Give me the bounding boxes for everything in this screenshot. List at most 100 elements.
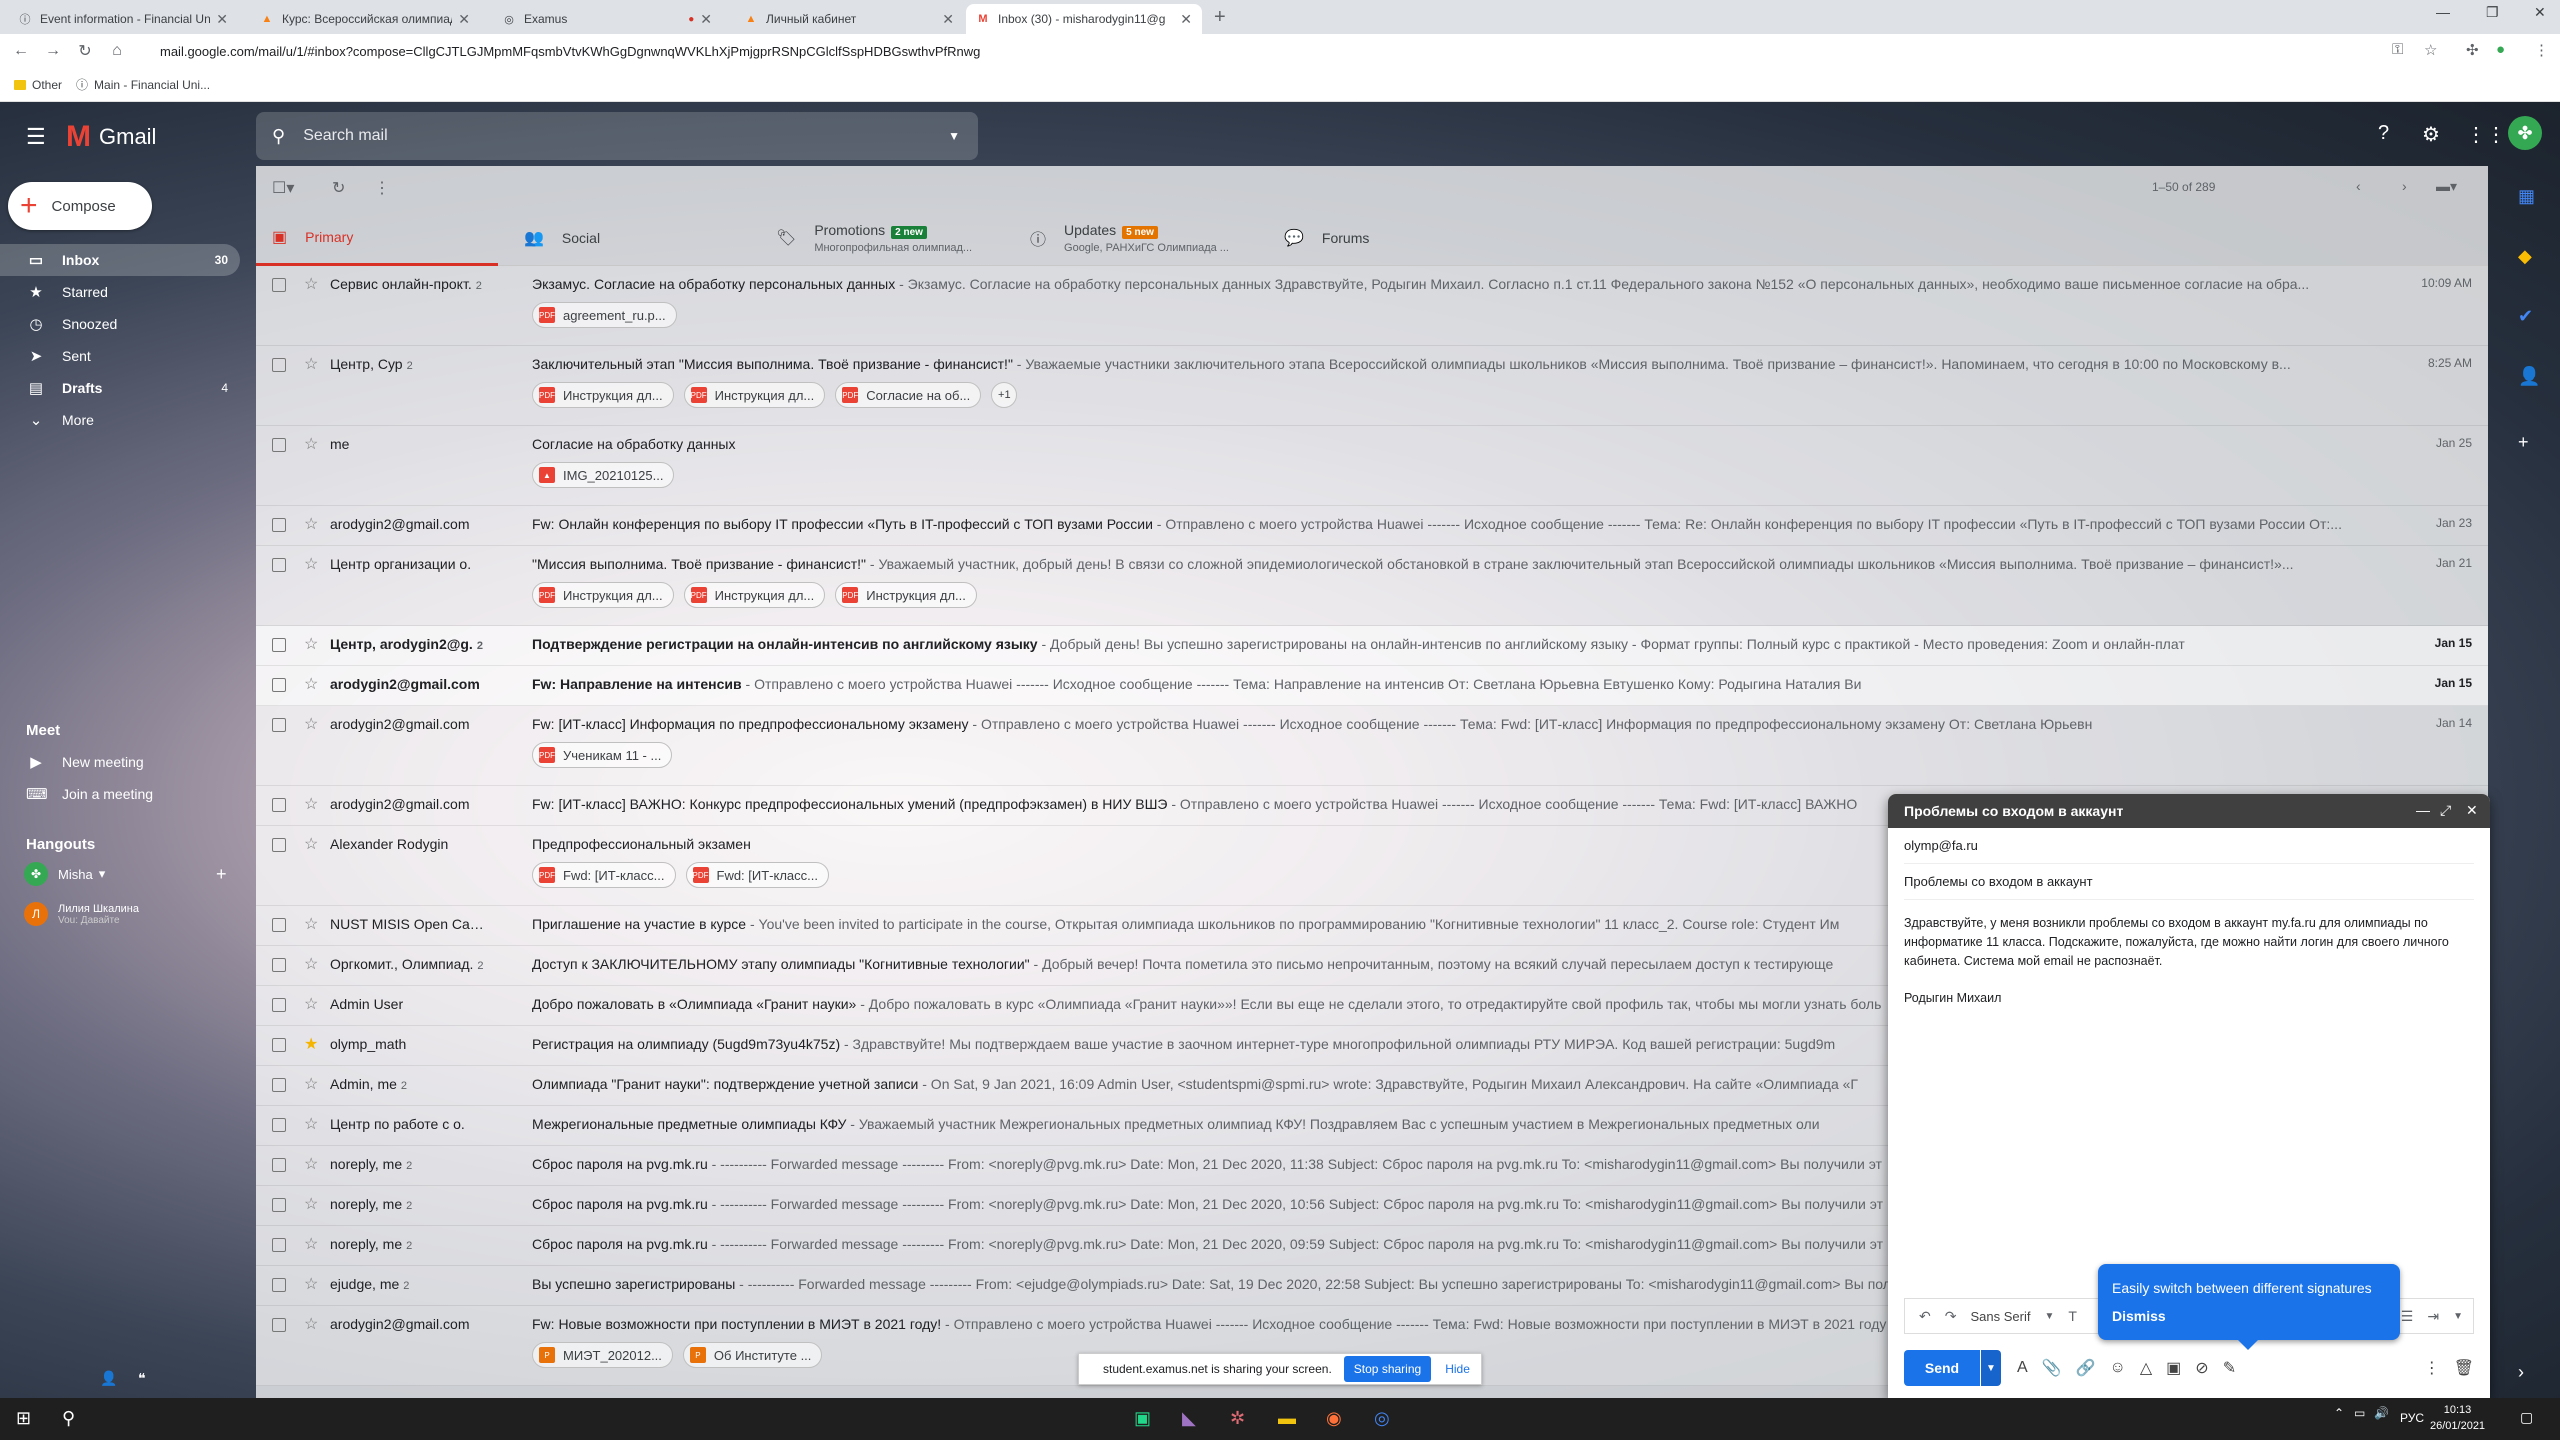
star-icon[interactable]: ★: [304, 1034, 318, 1054]
font-select[interactable]: Sans Serif: [1970, 1309, 2030, 1324]
send-button[interactable]: Send: [1904, 1350, 1980, 1386]
link-icon[interactable]: 🔗: [2076, 1358, 2096, 1378]
email-checkbox[interactable]: [272, 1078, 286, 1092]
message-body[interactable]: Здравствуйте, у меня возникли проблемы с…: [1904, 914, 2474, 1026]
dismiss-button[interactable]: Dismiss: [2112, 1308, 2386, 1324]
minimize-icon[interactable]: —: [2416, 802, 2430, 818]
email-checkbox[interactable]: [272, 518, 286, 532]
to-field[interactable]: olymp@fa.ru: [1904, 828, 2474, 864]
sidebar-item-inbox[interactable]: ▭ Inbox 30: [0, 244, 240, 276]
gmail-logo[interactable]: M Gmail: [66, 120, 156, 154]
schedule-send-icon[interactable]: ▼: [1981, 1350, 2001, 1386]
redo-icon[interactable]: ↷: [1945, 1308, 1957, 1325]
attachment-chip[interactable]: PDF Ученикам 11 - ...: [532, 742, 673, 768]
language-indicator[interactable]: РУС: [2400, 1411, 2424, 1425]
select-all-checkbox[interactable]: ☐▾: [272, 178, 294, 198]
email-row[interactable]: ☆ Центр, Сур 2 Заключительный этап "Миссия …: [256, 346, 2488, 426]
sidebar-item-snoozed[interactable]: ◷ Snoozed: [0, 308, 240, 340]
star-icon[interactable]: ☆: [304, 1114, 318, 1134]
attachment-chip[interactable]: PDF agreement_ru.p...: [532, 302, 677, 328]
tray-arrow-icon[interactable]: ⌃: [2334, 1406, 2344, 1420]
restore-icon[interactable]: ❐: [2486, 4, 2499, 21]
tasks-icon[interactable]: ✔: [2518, 306, 2533, 327]
email-checkbox[interactable]: [272, 838, 286, 852]
reload-icon[interactable]: ↻: [74, 41, 96, 61]
attachment-chip[interactable]: PDF Согласие на об...: [835, 382, 982, 408]
hangouts-contact[interactable]: Л Лилия Шкалина Vou: Давайте: [24, 902, 139, 926]
bookmark-link[interactable]: ⓘ Main - Financial Uni...: [76, 76, 210, 93]
attachment-chip[interactable]: P Об Институте ...: [682, 1342, 823, 1368]
bookmark-folder[interactable]: Other: [14, 78, 62, 92]
discard-draft-icon[interactable]: 🗑: [2454, 1358, 2474, 1378]
email-checkbox[interactable]: [272, 1278, 286, 1292]
key-icon[interactable]: ⚿: [2392, 41, 2403, 58]
star-icon[interactable]: ☆: [304, 1194, 318, 1214]
contacts-icon[interactable]: 👤: [2518, 366, 2540, 387]
settings-app-icon[interactable]: ✲: [1230, 1408, 1245, 1429]
star-icon[interactable]: ☆: [304, 994, 318, 1014]
extensions-icon[interactable]: ✣: [2466, 41, 2479, 59]
calendar-icon[interactable]: ▦: [2518, 186, 2535, 207]
close-icon[interactable]: ✕: [2466, 802, 2478, 819]
email-checkbox[interactable]: [272, 798, 286, 812]
fullscreen-icon[interactable]: ⤢: [2440, 802, 2451, 819]
star-icon[interactable]: ☆: [304, 794, 318, 814]
email-checkbox[interactable]: [272, 998, 286, 1012]
bookmark-star-icon[interactable]: ☆: [2424, 41, 2437, 59]
home-icon[interactable]: ⌂: [106, 42, 128, 60]
refresh-icon[interactable]: ↻: [332, 178, 345, 198]
profile-icon[interactable]: ●: [2496, 41, 2505, 58]
tab-updates[interactable]: ⓘ Updates 5 new Google, РАНХиГС Олимпиада .…: [1030, 210, 1270, 266]
email-checkbox[interactable]: [272, 638, 286, 652]
main-menu-icon[interactable]: ☰: [26, 124, 46, 150]
email-checkbox[interactable]: [272, 1038, 286, 1052]
hangouts-chat-icon[interactable]: ❝: [138, 1370, 146, 1387]
attachment-chip[interactable]: PDF Fwd: [ИТ-класс...: [532, 862, 676, 888]
email-row[interactable]: ☆ arodygin2@gmail.com Fw: Направление на и…: [256, 666, 2488, 706]
network-icon[interactable]: ▭: [2354, 1406, 2365, 1420]
browser-tab[interactable]: ⓘ Event information - Financial Uni ✕: [8, 4, 238, 34]
attachment-chip[interactable]: PDF Инструкция дл...: [683, 382, 826, 408]
email-row[interactable]: ☆ Сервис онлайн-прокт. 2 Экзамус. Согласие …: [256, 266, 2488, 346]
hide-button[interactable]: Hide: [1445, 1362, 1470, 1376]
star-icon[interactable]: ☆: [304, 354, 318, 374]
close-tab-icon[interactable]: ✕: [942, 11, 954, 28]
drive-icon[interactable]: △: [2140, 1358, 2152, 1378]
tab-promotions[interactable]: 🏷 Promotions 2 new Многопрофильная олимпиад…: [776, 210, 1016, 266]
email-checkbox[interactable]: [272, 678, 286, 692]
tab-primary[interactable]: ▣ Primary: [256, 210, 498, 266]
windows-start-icon[interactable]: ⊞: [16, 1408, 31, 1429]
signature-icon[interactable]: ✎: [2223, 1358, 2236, 1378]
person-icon[interactable]: 👤: [100, 1370, 117, 1387]
text-size-icon[interactable]: T: [2068, 1308, 2077, 1324]
star-icon[interactable]: ☆: [304, 1274, 318, 1294]
attachment-chip[interactable]: PDF Инструкция дл...: [835, 582, 977, 608]
close-window-icon[interactable]: ✕: [2534, 4, 2546, 21]
email-row[interactable]: ☆ Центр, arodygin2@g. 2 Подтверждение регис…: [256, 626, 2488, 666]
emoji-icon[interactable]: ☺: [2110, 1359, 2126, 1377]
star-icon[interactable]: ☆: [304, 514, 318, 534]
star-icon[interactable]: ☆: [304, 634, 318, 654]
firefox-icon[interactable]: ◉: [1326, 1408, 1342, 1429]
email-checkbox[interactable]: [272, 1238, 286, 1252]
attachment-chip[interactable]: PDF Fwd: [ИТ-класс...: [685, 862, 829, 888]
undo-icon[interactable]: ↶: [1919, 1308, 1931, 1325]
close-tab-icon[interactable]: ✕: [700, 11, 712, 28]
close-tab-icon[interactable]: ✕: [458, 11, 470, 28]
email-checkbox[interactable]: [272, 558, 286, 572]
hangouts-user[interactable]: ✤ Misha ▾: [24, 862, 105, 886]
email-checkbox[interactable]: [272, 1158, 286, 1172]
clock[interactable]: 10:13 26/01/2021: [2430, 1402, 2485, 1434]
compose-button[interactable]: + Compose: [8, 182, 152, 230]
attach-icon[interactable]: 📎: [2042, 1358, 2062, 1378]
attachment-chip[interactable]: PDF Инструкция дл...: [532, 382, 674, 408]
email-checkbox[interactable]: [272, 1118, 286, 1132]
more-formatting-icon[interactable]: ▼: [2453, 1311, 2463, 1322]
minimize-icon[interactable]: —: [2436, 4, 2450, 20]
notifications-icon[interactable]: ▢: [2520, 1409, 2533, 1426]
attachment-chip[interactable]: P МИЭТ_202012...: [532, 1342, 673, 1368]
font-dropdown-icon[interactable]: ▼: [2044, 1311, 2054, 1322]
browser-tab[interactable]: ▲ Курс: Всероссийская олимпиад ✕: [250, 4, 480, 34]
apps-grid-icon[interactable]: ⋮⋮: [2466, 122, 2506, 147]
email-row[interactable]: ☆ me Согласие на обработку данных Jan 25 ▲ IM…: [256, 426, 2488, 506]
